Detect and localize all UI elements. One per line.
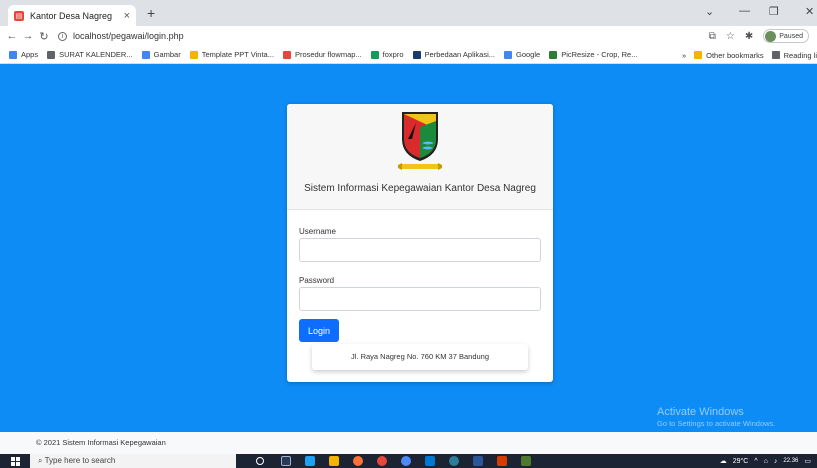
login-card: Sistem Informasi Kepegawaian Kantor Desa…	[287, 104, 553, 382]
reading-list-button[interactable]: Reading li	[784, 51, 817, 60]
google-icon	[141, 50, 150, 59]
windows-start-icon[interactable]	[11, 457, 20, 466]
avatar	[765, 30, 777, 42]
minimize-icon[interactable]: —	[739, 5, 750, 17]
bookmark-label: Prosedur flowmap...	[294, 50, 362, 59]
apps-grid-icon	[9, 50, 17, 59]
app-icon[interactable]	[449, 456, 459, 466]
browser-toolbar: ← → ↻ i localhost/pegawai/login.php ⧉ ☆ …	[0, 26, 817, 46]
bookmark-label: SURAT KALENDER...	[59, 50, 133, 59]
new-tab-button[interactable]: +	[147, 5, 155, 21]
bookmark-label: Perbedaan Aplikasi...	[424, 50, 495, 59]
bookmark-label: Apps	[21, 50, 39, 59]
file-explorer-icon[interactable]	[329, 456, 339, 466]
password-label: Password	[299, 276, 335, 285]
folder-icon	[694, 51, 703, 59]
slides-icon	[282, 50, 291, 59]
app-icon[interactable]	[425, 456, 435, 466]
globe-icon	[47, 50, 56, 59]
bookmarks-overflow: » Other bookmarks Reading li	[677, 46, 817, 63]
weather-icon[interactable]: ☁	[720, 457, 727, 465]
share-icon[interactable]: ⧉	[709, 31, 716, 42]
bookmark-item[interactable]: Gambar	[141, 50, 181, 59]
picresize-icon	[549, 50, 558, 59]
bookmark-item[interactable]: Template PPT Vinta...	[189, 50, 274, 59]
more-bookmarks-icon[interactable]: »	[682, 51, 686, 60]
activate-windows-title: Activate Windows	[657, 406, 744, 418]
network-icon[interactable]: ⌂	[764, 458, 768, 465]
weather-temperature[interactable]: 29°C	[733, 458, 749, 465]
reload-icon[interactable]: ↻	[36, 30, 52, 43]
login-button[interactable]: Login	[299, 319, 339, 342]
cortana-icon[interactable]	[256, 457, 264, 465]
password-field[interactable]	[299, 287, 541, 311]
office-address: Jl. Raya Nagreg No. 760 KM 37 Bandung	[312, 344, 528, 370]
bookmark-label: PicResize - Crop, Re...	[561, 50, 638, 59]
opera-icon[interactable]	[377, 456, 387, 466]
reading-list-icon	[771, 51, 780, 59]
clock-time: 22.36	[783, 458, 799, 464]
chevron-up-icon[interactable]: ^	[754, 458, 757, 465]
folder-icon	[189, 50, 198, 59]
activate-windows-hint: Go to Settings to activate Windows.	[657, 419, 776, 428]
bookmark-item[interactable]: PicResize - Crop, Re...	[549, 50, 637, 59]
notification-icon[interactable]: ▭	[804, 457, 811, 465]
browser-tab[interactable]: ▤ Kantor Desa Nagreg ×	[8, 5, 136, 26]
close-tab-icon[interactable]: ×	[124, 10, 130, 22]
restore-icon[interactable]: ❐	[769, 5, 779, 18]
task-view-icon[interactable]	[281, 456, 291, 466]
tab-search-icon[interactable]: ⌄	[705, 5, 714, 18]
bookmark-item[interactable]: Google	[504, 50, 540, 59]
username-field[interactable]	[299, 238, 541, 262]
site-info-icon[interactable]: i	[58, 31, 67, 41]
page-title: Sistem Informasi Kepegawaian Kantor Desa…	[304, 183, 536, 194]
activate-windows-watermark: Activate Windows Go to Settings to activ…	[657, 406, 775, 428]
bookmark-label: Template PPT Vinta...	[201, 50, 274, 59]
edge-icon[interactable]	[305, 456, 315, 466]
card-header: Sistem Informasi Kepegawaian Kantor Desa…	[287, 104, 553, 210]
extensions-icon[interactable]: ✱	[745, 31, 753, 42]
bandung-regency-emblem-icon	[398, 112, 442, 170]
bookmark-item[interactable]: foxpro	[370, 50, 404, 59]
bookmark-item[interactable]: Prosedur flowmap...	[282, 50, 362, 59]
bookmark-item[interactable]: Perbedaan Aplikasi...	[412, 50, 495, 59]
drive-icon	[370, 50, 379, 59]
word-icon[interactable]	[473, 456, 483, 466]
firefox-icon[interactable]	[353, 456, 363, 466]
bookmarks-bar: Apps SURAT KALENDER... Gambar Template PPT …	[0, 46, 817, 64]
chrome-icon[interactable]	[401, 456, 411, 466]
bookmark-label: Google	[516, 50, 541, 59]
bookmark-item[interactable]: SURAT KALENDER...	[47, 50, 133, 59]
taskbar-search-placeholder: Type here to search	[44, 456, 116, 465]
clock[interactable]: 22.36	[783, 458, 798, 464]
page-footer: © 2021 Sistem Informasi Kepegawaian	[0, 432, 817, 454]
volume-icon[interactable]: ♪	[774, 458, 778, 465]
back-icon[interactable]: ←	[4, 30, 20, 42]
copyright-text: © 2021 Sistem Informasi Kepegawaian	[36, 438, 166, 447]
a-icon	[412, 50, 421, 59]
browser-tab-bar: ▤ Kantor Desa Nagreg × + ⌄ — ❐ ✕	[0, 0, 817, 26]
address-bar-url: localhost/pegawai/login.php	[73, 31, 184, 41]
system-tray: ☁ 29°C ^ ⌂ ♪ 22.36 ▭	[720, 454, 811, 468]
profile-status: Paused	[779, 32, 803, 40]
bookmark-star-icon[interactable]: ☆	[726, 31, 735, 42]
app-icon[interactable]	[497, 456, 507, 466]
google-icon	[504, 50, 512, 59]
taskbar-search-input[interactable]: ⌕ Type here to search	[30, 454, 236, 468]
tab-title: Kantor Desa Nagreg	[30, 10, 113, 21]
site-favicon-icon: ▤	[14, 10, 24, 21]
app-icon[interactable]	[521, 456, 531, 466]
forward-icon[interactable]: →	[20, 30, 36, 42]
address-bar[interactable]: i localhost/pegawai/login.php	[58, 31, 184, 41]
bookmark-label: foxpro	[382, 50, 404, 59]
profile-button[interactable]: Paused	[763, 29, 809, 43]
username-label: Username	[299, 227, 336, 236]
bookmark-label: Gambar	[153, 50, 181, 59]
windows-taskbar: ⌕ Type here to search ☁ 29°C ^ ⌂ ♪ 22.36…	[0, 454, 817, 468]
bookmark-item[interactable]: Apps	[9, 50, 38, 59]
other-bookmarks-button[interactable]: Other bookmarks	[706, 51, 764, 60]
close-window-icon[interactable]: ✕	[805, 5, 814, 18]
